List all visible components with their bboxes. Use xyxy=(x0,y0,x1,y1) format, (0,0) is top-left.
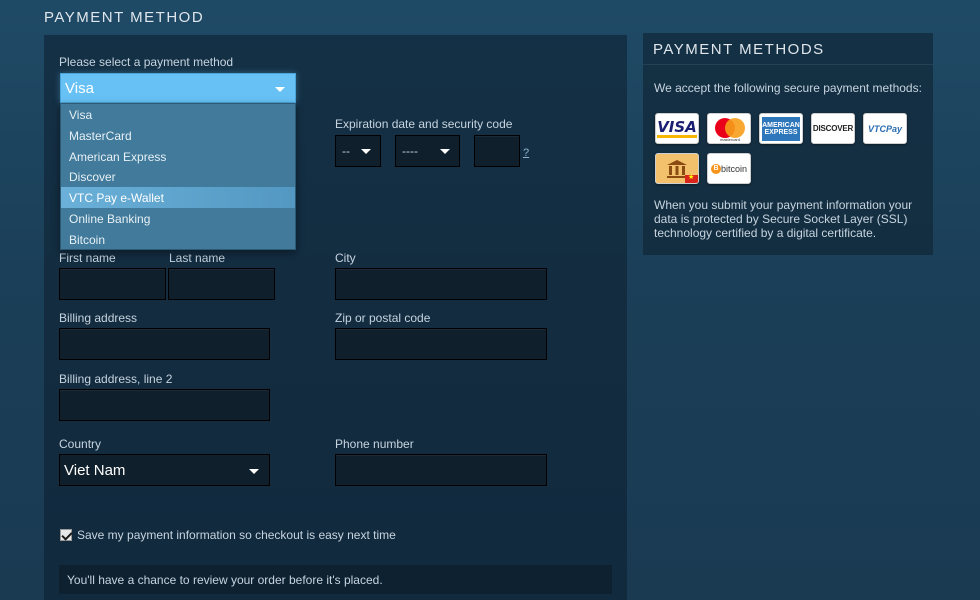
discover-icon: DISCOVER xyxy=(811,113,855,144)
payment-method-value: Visa xyxy=(65,80,94,97)
last-name-input[interactable] xyxy=(168,268,275,300)
review-note-text: You'll have a chance to review your orde… xyxy=(67,573,383,587)
security-code-help-link[interactable]: ? xyxy=(523,147,529,159)
save-payment-checkbox[interactable] xyxy=(60,529,72,541)
city-label: City xyxy=(335,251,356,265)
payment-methods-title: PAYMENT METHODS xyxy=(653,41,825,58)
american-express-icon: AMERICAN EXPRESS xyxy=(759,113,803,144)
zip-input[interactable] xyxy=(335,328,547,360)
expiration-month-select[interactable]: -- xyxy=(335,135,381,167)
dropdown-option-discover[interactable]: Discover xyxy=(61,166,295,187)
vtc-pay-icon: VTCPay xyxy=(863,113,907,144)
billing-address-2-input[interactable] xyxy=(59,389,270,421)
expiration-year-value: ---- xyxy=(402,144,418,158)
dropdown-option-american-express[interactable]: American Express xyxy=(61,146,295,167)
security-code-input[interactable] xyxy=(474,135,520,167)
billing-address-label: Billing address xyxy=(59,311,138,325)
last-name-label: Last name xyxy=(169,251,226,265)
expiration-label: Expiration date and security code xyxy=(335,117,513,131)
phone-label: Phone number xyxy=(335,437,414,451)
chevron-down-icon xyxy=(440,149,450,154)
billing-address-input[interactable] xyxy=(59,328,270,360)
dropdown-option-mastercard[interactable]: MasterCard xyxy=(61,125,295,146)
payment-method-dropdown-list: Visa MasterCard American Express Discove… xyxy=(60,103,296,250)
ssl-note: When you submit your payment information… xyxy=(654,198,913,240)
country-value: Viet Nam xyxy=(64,462,126,479)
expiration-year-select[interactable]: ---- xyxy=(395,135,460,167)
chevron-down-icon xyxy=(275,87,285,92)
country-select[interactable]: Viet Nam xyxy=(59,454,270,486)
dropdown-option-online-banking[interactable]: Online Banking xyxy=(61,208,295,229)
online-banking-icon xyxy=(655,153,699,184)
vietnam-flag-icon xyxy=(685,173,698,183)
chevron-down-icon xyxy=(249,469,259,474)
payment-method-select[interactable]: Visa xyxy=(60,73,296,103)
phone-input[interactable] xyxy=(335,454,547,486)
side-divider xyxy=(643,64,933,65)
first-name-label: First name xyxy=(59,251,116,265)
dropdown-option-vtc-pay[interactable]: VTC Pay e-Wallet xyxy=(61,187,295,208)
dropdown-option-visa[interactable]: Visa xyxy=(61,104,295,125)
city-input[interactable] xyxy=(335,268,547,300)
payment-method-label: Please select a payment method xyxy=(59,55,234,69)
billing-address-2-label: Billing address, line 2 xyxy=(59,372,173,386)
mastercard-icon: mastercard xyxy=(707,113,751,144)
bitcoin-icon: Bbitcoin xyxy=(707,153,751,184)
payment-methods-panel: PAYMENT METHODS We accept the following … xyxy=(643,33,933,255)
page-title: PAYMENT METHOD xyxy=(44,9,205,26)
dropdown-option-bitcoin[interactable]: Bitcoin xyxy=(61,229,295,250)
visa-icon: VISA xyxy=(655,113,699,144)
save-payment-label[interactable]: Save my payment information so checkout … xyxy=(77,528,396,542)
chevron-down-icon xyxy=(361,149,371,154)
country-label: Country xyxy=(59,437,102,451)
review-note: You'll have a chance to review your orde… xyxy=(59,565,612,594)
first-name-input[interactable] xyxy=(59,268,166,300)
zip-label: Zip or postal code xyxy=(335,311,431,325)
payment-methods-intro: We accept the following secure payment m… xyxy=(654,81,922,95)
expiration-month-value: -- xyxy=(342,144,350,158)
